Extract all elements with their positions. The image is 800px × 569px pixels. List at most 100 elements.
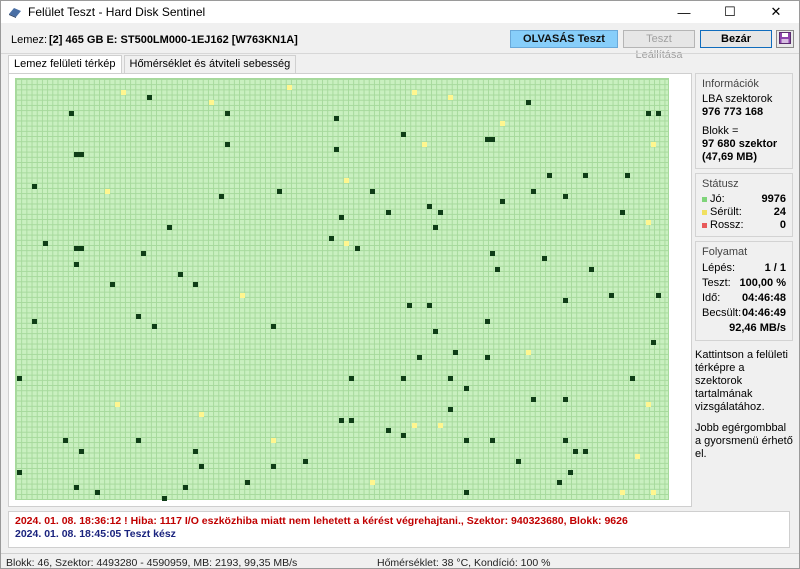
map-block-highlight xyxy=(224,141,230,147)
map-block-highlight xyxy=(354,245,360,251)
disk-value: [2] 465 GB E: ST500LM000-1EJ162 [W763KN1… xyxy=(49,34,298,46)
map-block-highlight xyxy=(167,225,173,231)
map-block-highlight xyxy=(73,261,79,267)
map-block-highlight xyxy=(572,448,578,454)
read-test-indicator: OLVASÁS Teszt xyxy=(510,30,618,48)
map-block-highlight xyxy=(484,318,490,324)
map-block-highlight xyxy=(63,438,69,444)
close-window-button[interactable]: ✕ xyxy=(753,1,799,23)
save-button[interactable] xyxy=(776,30,794,48)
map-block-highlight xyxy=(385,427,391,433)
map-block-highlight xyxy=(463,386,469,392)
map-block-highlight xyxy=(427,204,433,210)
map-block-damaged xyxy=(120,89,126,95)
status-damaged-value: 24 xyxy=(773,206,786,218)
status-good-label: Jó: xyxy=(710,193,725,205)
map-block-highlight xyxy=(484,355,490,361)
status-good-value: 9976 xyxy=(761,193,786,205)
status-bad-value: 0 xyxy=(779,219,786,231)
progress-time-row: Idő: 04:46:48 xyxy=(702,291,786,306)
map-block-damaged xyxy=(271,438,277,444)
map-block-highlight xyxy=(110,282,116,288)
map-block-highlight xyxy=(16,375,22,381)
map-block-damaged xyxy=(198,412,204,418)
map-block-damaged xyxy=(645,219,651,225)
map-block-highlight xyxy=(437,209,443,215)
map-block-highlight xyxy=(401,433,407,439)
status-bar: Blokk: 46, Szektor: 4493280 - 4590959, M… xyxy=(1,553,799,569)
progress-test-value: 100,00 % xyxy=(739,277,786,289)
map-block-damaged xyxy=(500,121,506,127)
tab-surface-map[interactable]: Lemez felületi térkép xyxy=(8,55,122,73)
map-block-highlight xyxy=(567,469,573,475)
map-block-highlight xyxy=(333,147,339,153)
map-block-highlight xyxy=(562,193,568,199)
map-block-highlight xyxy=(385,209,391,215)
map-block-damaged xyxy=(645,401,651,407)
map-block-highlight xyxy=(416,355,422,361)
surface-map[interactable] xyxy=(15,78,669,501)
damaged-swatch-icon xyxy=(702,210,707,215)
map-block-highlight xyxy=(406,303,412,309)
progress-step-label: Lépés: xyxy=(702,262,736,274)
block-value: 97 680 szektor xyxy=(702,138,778,150)
map-block-damaged xyxy=(619,490,625,496)
map-block-damaged xyxy=(240,292,246,298)
info-title: Információk xyxy=(702,78,759,90)
map-block-highlight xyxy=(432,329,438,335)
map-block-highlight xyxy=(557,479,563,485)
map-block-highlight xyxy=(271,323,277,329)
map-block-highlight xyxy=(515,459,521,465)
map-block-highlight xyxy=(494,266,500,272)
maximize-button[interactable]: ☐ xyxy=(707,1,753,23)
status-bar-temperature: Hőmérséklet: 38 °C, Kondíció: 100 % xyxy=(377,557,551,569)
close-button[interactable]: Bezár xyxy=(700,30,772,48)
map-block-highlight xyxy=(42,240,48,246)
map-block-highlight xyxy=(562,396,568,402)
map-block-damaged xyxy=(370,479,376,485)
good-swatch-icon xyxy=(702,197,707,202)
progress-group: Folyamat Lépés: 1 / 1 Teszt: 100,00 % Idő:… xyxy=(695,241,793,341)
event-log: 2024. 01. 08. 18:36:12 ! Hiba: 1117 I/O … xyxy=(8,511,790,548)
map-block-highlight xyxy=(562,438,568,444)
map-block-highlight xyxy=(583,173,589,179)
status-good-row: Jó: 9976 xyxy=(702,193,786,206)
progress-estimate-label: Becsült: xyxy=(702,307,742,319)
minimize-button[interactable]: — xyxy=(661,1,707,23)
bad-swatch-icon xyxy=(702,223,707,228)
map-block-highlight xyxy=(328,235,334,241)
map-block-highlight xyxy=(619,209,625,215)
map-block-highlight xyxy=(146,95,152,101)
status-bar-block-info: Blokk: 46, Szektor: 4493280 - 4590959, M… xyxy=(6,557,298,569)
map-block-highlight xyxy=(546,173,552,179)
progress-test-row: Teszt: 100,00 % xyxy=(702,276,786,291)
map-block-highlight xyxy=(78,245,84,251)
map-block-highlight xyxy=(656,292,662,298)
map-block-highlight xyxy=(500,199,506,205)
map-block-highlight xyxy=(16,469,22,475)
progress-time-label: Idő: xyxy=(702,292,721,304)
stop-test-button[interactable]: Teszt Leállítása xyxy=(623,30,695,61)
progress-step-row: Lépés: 1 / 1 xyxy=(702,261,786,276)
tab-temperature-speed[interactable]: Hőmérséklet és átviteli sebesség xyxy=(123,55,297,73)
map-block-highlight xyxy=(349,375,355,381)
map-block-damaged xyxy=(437,422,443,428)
toolbar: Lemez: [2] 465 GB E: ST500LM000-1EJ162 [… xyxy=(1,25,799,61)
map-block-highlight xyxy=(401,131,407,137)
map-block-highlight xyxy=(193,282,199,288)
app-logo-icon xyxy=(8,5,22,19)
disk-label: Lemez: xyxy=(11,34,48,46)
map-block-damaged xyxy=(344,240,350,246)
map-block-highlight xyxy=(193,448,199,454)
progress-estimate-value: 04:46:49 xyxy=(741,307,786,319)
map-block-damaged xyxy=(344,178,350,184)
progress-time-value: 04:46:48 xyxy=(741,292,786,304)
map-block-highlight xyxy=(645,110,651,116)
map-block-highlight xyxy=(531,188,537,194)
status-group: Státusz Jó: 9976 Sérült: 24 Rossz: 0 xyxy=(695,173,793,237)
map-block-highlight xyxy=(427,303,433,309)
progress-step-value: 1 / 1 xyxy=(764,262,786,274)
map-block-highlight xyxy=(541,256,547,262)
map-block-damaged xyxy=(526,349,532,355)
map-block-highlight xyxy=(370,188,376,194)
